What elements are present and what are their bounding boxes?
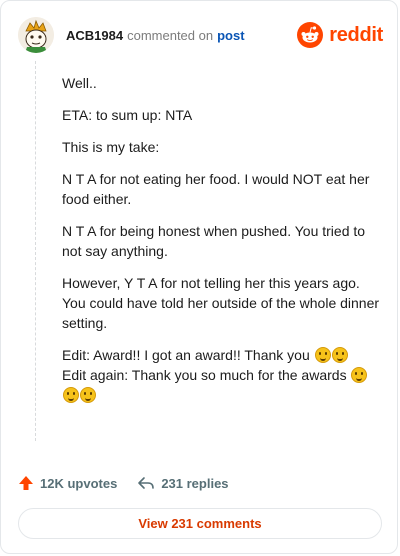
reddit-wordmark: reddit — [329, 23, 383, 46]
comment-body: Well.. ETA: to sum up: NTA This is my ta… — [62, 73, 380, 405]
reply-arrow-icon — [138, 477, 155, 489]
reply-count: 231 replies — [161, 475, 229, 491]
edit-line-2: Edit again: Thank you so much for the aw… — [62, 367, 347, 383]
comment-paragraph: However, Y T A for not telling her this … — [62, 275, 380, 331]
thread-line — [35, 61, 36, 441]
reddit-brand[interactable]: reddit — [297, 22, 383, 48]
user-avatar[interactable] — [18, 17, 54, 53]
comment-actions: 12K upvotes 231 replies — [18, 473, 229, 493]
comment-edits: Edit: Award!! I got an award!! Thank you… — [62, 345, 380, 405]
username[interactable]: ACB1984 — [66, 28, 123, 43]
commented-on-text: commented on — [127, 27, 214, 43]
comment-paragraph: N T A for not eating her food. I would N… — [62, 171, 370, 207]
edit-line-1: Edit: Award!! I got an award!! Thank you — [62, 347, 310, 363]
grinning-face-emoji-icon — [351, 367, 368, 383]
upvote-button[interactable]: 12K upvotes — [18, 475, 117, 491]
view-comments-button[interactable]: View 231 comments — [18, 508, 382, 539]
grinning-face-emoji-icon — [331, 347, 348, 363]
replies-button[interactable]: 231 replies — [137, 475, 229, 491]
grinning-face-emoji-icon — [80, 387, 96, 403]
comment-header: ACB1984 commented on post reddit — [18, 15, 383, 55]
comment-paragraph: ETA: to sum up: NTA — [62, 107, 193, 123]
comment-card: ACB1984 commented on post reddit Well.. … — [0, 0, 398, 554]
upvote-arrow-icon — [19, 476, 33, 490]
comment-meta: ACB1984 commented on post — [66, 28, 245, 43]
comment-paragraph: Well.. — [62, 75, 97, 91]
grinning-face-emoji-icon — [314, 347, 331, 363]
post-link[interactable]: post — [217, 28, 244, 43]
upvote-count: 12K upvotes — [40, 475, 118, 491]
grinning-face-emoji-icon — [63, 387, 79, 403]
avatar-image — [18, 17, 54, 53]
comment-paragraph: N T A for being honest when pushed. You … — [62, 223, 366, 259]
reddit-logo-icon — [297, 22, 324, 48]
comment-paragraph: This is my take: — [62, 139, 160, 155]
